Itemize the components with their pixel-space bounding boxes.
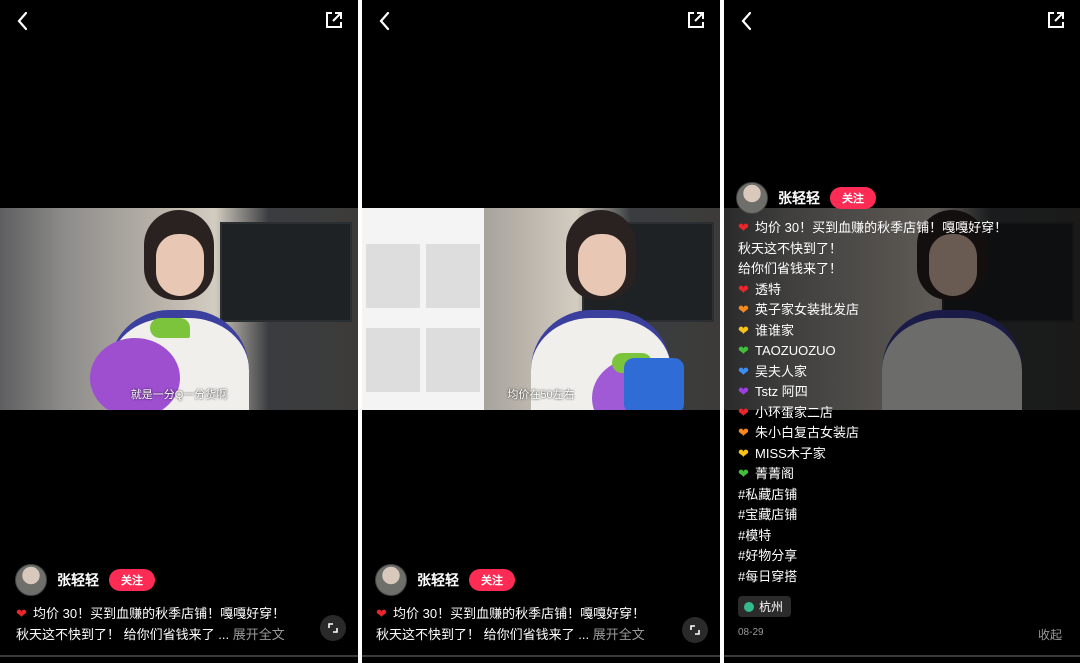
green-heart-icon: ❤ [738,466,749,481]
blue-heart-icon: ❤ [738,363,749,379]
description-text: TAOZUOZUO [755,343,836,358]
red-heart-icon: ❤ [376,606,387,621]
description-line: ❤ 谁谁家 [738,321,1068,342]
description-text: MISS木子家 [755,445,826,461]
description: ❤ 均价 30！买到血赚的秋季店铺！嘎嘎好穿！ 秋天这不快到了！ 给你们省钱来了 … [376,603,676,645]
orange-heart-icon: ❤ [738,302,749,317]
collapse-link[interactable]: 收起 [1038,626,1062,643]
share-icon[interactable] [324,10,344,30]
video-panel-3: 张轻轻 关注 ❤ 均价 30！买到血赚的秋季店铺！嘎嘎好穿！ 秋天这不快到了！ 给你们… [724,0,1080,663]
author-name[interactable]: 张轻轻 [417,570,459,590]
author-name[interactable]: 张轻轻 [778,188,820,208]
description-text: #好物分享 [738,548,798,563]
post-date: 08-29 [738,627,764,638]
yellow-heart-icon: ❤ [738,322,749,338]
description-text: 透特 [755,281,782,297]
yellow-heart-icon: ❤ [738,445,749,461]
description-line: ❤ 均价 30！买到血赚的秋季店铺！嘎嘎好穿！ [738,218,1068,239]
description-text: #每日穿搭 [738,568,798,584]
description: ❤ 均价 30！买到血赚的秋季店铺！嘎嘎好穿！ 秋天这不快到了！ 给你们省钱来了 … [16,603,316,645]
orange-heart-icon: ❤ [738,425,749,440]
description-line: 给你们省钱来了！ [738,259,1068,280]
hashtag-link[interactable]: #模特 [738,526,1068,547]
description-line: ❤ 透特 [738,280,1068,301]
video-panel-2: 均价在50左右 张轻轻 关注 ❤ 均价 30！买到血赚的秋季店铺！嘎嘎好穿！ 秋天… [362,0,720,663]
expand-link[interactable]: 展开全文 [593,627,645,642]
fullscreen-button[interactable] [320,615,346,641]
red-heart-icon: ❤ [16,606,27,621]
follow-button[interactable]: 关注 [830,187,876,209]
progress-bar[interactable] [362,655,720,657]
follow-button[interactable]: 关注 [469,569,515,591]
video-frame[interactable]: 均价在50左右 [362,208,720,410]
red-heart-icon: ❤ [738,220,749,235]
avatar[interactable] [15,564,47,596]
desc-line-1: 均价 30！买到血赚的秋季店铺！嘎嘎好穿！ [393,606,646,621]
purple-heart-icon: ❤ [738,384,749,399]
description-text: 小环蛋家二店 [755,404,834,420]
description-line: ❤ 菁菁阁 [738,464,1068,485]
description-text: 秋天这不快到了！ [738,240,843,256]
description-text: 谁谁家 [755,322,795,338]
description-text: 给你们省钱来了！ [738,261,843,276]
description-text: #私藏店铺 [738,486,798,502]
description-text: 吴夫人家 [755,363,808,379]
back-icon[interactable] [14,10,32,32]
desc-line-1: 均价 30！买到血赚的秋季店铺！嘎嘎好穿！ [33,606,286,621]
progress-bar[interactable] [724,655,1080,657]
share-icon[interactable] [1046,10,1066,30]
avatar[interactable] [736,182,768,214]
progress-bar[interactable] [0,655,358,657]
description-line: ❤ 小环蛋家二店 [738,403,1068,424]
shop-screenshot [362,208,484,410]
fullscreen-icon [690,625,700,635]
back-icon[interactable] [738,10,756,32]
description-text: 朱小白复古女装店 [755,425,860,440]
author-row: 张轻轻 关注 [15,564,155,596]
description-line: ❤ Tstz 阿四 [738,382,1068,403]
description-text: 英子家女装批发店 [755,302,860,317]
video-caption: 就是一分Q一分货啊 [130,389,228,401]
phone-image [624,358,684,410]
full-description: ❤ 均价 30！买到血赚的秋季店铺！嘎嘎好穿！ 秋天这不快到了！ 给你们省钱来了！ ❤ 透… [738,218,1068,587]
description-line: 秋天这不快到了！ [738,239,1068,260]
fullscreen-button[interactable] [682,617,708,643]
description-text: 菁菁阁 [755,466,795,481]
description-line: ❤ 朱小白复古女装店 [738,423,1068,444]
description-line: ❤ 英子家女装批发店 [738,300,1068,321]
description-line: ❤ TAOZUOZUO [738,341,1068,362]
location-pin-icon [744,601,754,612]
desc-line-2: 秋天这不快到了！ 给你们省钱来了 ... [16,627,230,642]
back-icon[interactable] [376,10,394,32]
video-frame[interactable]: 就是一分Q一分货啊 [0,208,358,410]
description-text: #模特 [738,527,772,543]
description-text: Tstz 阿四 [755,384,808,399]
author-name[interactable]: 张轻轻 [57,570,99,590]
hashtag-link[interactable]: #好物分享 [738,546,1068,567]
green-heart-icon: ❤ [738,343,749,358]
description-text: #宝藏店铺 [738,507,798,522]
expand-link[interactable]: 展开全文 [233,627,285,642]
location-tag[interactable]: 杭州 [738,596,792,617]
description-line: ❤ MISS木子家 [738,444,1068,465]
desc-line-2: 秋天这不快到了！ 给你们省钱来了 ... [376,627,590,642]
description-text: 均价 30！买到血赚的秋季店铺！嘎嘎好穿！ [755,220,1008,235]
follow-button[interactable]: 关注 [109,569,155,591]
description-line: ❤ 吴夫人家 [738,362,1068,383]
location-label: 杭州 [759,600,784,614]
share-icon[interactable] [686,10,706,30]
red-heart-icon: ❤ [738,281,749,297]
hashtag-link[interactable]: #宝藏店铺 [738,505,1068,526]
hashtag-link[interactable]: #每日穿搭 [738,567,1068,588]
author-row: 张轻轻 关注 [736,182,876,214]
video-caption: 均价在50左右 [507,389,575,401]
video-panel-1: 就是一分Q一分货啊 张轻轻 关注 ❤ 均价 30！买到血赚的秋季店铺！嘎嘎好穿！ … [0,0,358,663]
red-heart-icon: ❤ [738,404,749,420]
author-row: 张轻轻 关注 [375,564,515,596]
hashtag-link[interactable]: #私藏店铺 [738,485,1068,506]
avatar[interactable] [375,564,407,596]
fullscreen-icon [328,623,338,633]
